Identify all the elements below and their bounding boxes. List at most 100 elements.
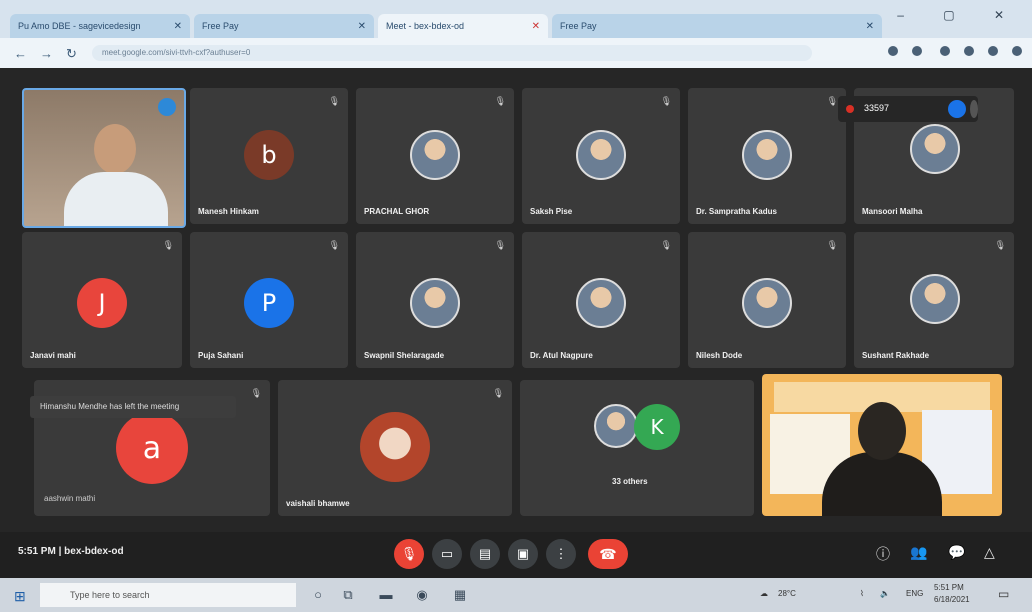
extension-icon[interactable]	[964, 46, 974, 56]
close-icon[interactable]: ✕	[358, 21, 366, 32]
participant-tile[interactable]: 🎙 Nilesh Dode	[688, 232, 846, 368]
participant-tile[interactable]: 🎙 P Puja Sahani	[190, 232, 348, 368]
tab-label: Free Pay	[560, 21, 597, 31]
browser-tab-bar: Pu Amo DBE - sagevicedesign ✕ Free Pay ✕ M…	[0, 0, 1032, 38]
volume-icon[interactable]: 🔈	[880, 589, 890, 598]
avatar	[742, 130, 792, 180]
avatar	[360, 412, 430, 482]
camera-icon: ▭	[440, 546, 454, 561]
people-icon[interactable]: 👥	[910, 544, 927, 561]
avatar-initial: b	[261, 141, 277, 169]
os-taskbar: ⊞ Type here to search ○ ⧉ ▬ ◉ ▦ ☁ 28°C ⌇…	[0, 578, 1032, 612]
others-tile[interactable]: K 33 others	[520, 380, 754, 516]
recording-indicator[interactable]: 33597	[838, 96, 978, 122]
more-icon[interactable]	[970, 100, 978, 118]
participant-name: Swapnil Shelaragade	[364, 351, 445, 360]
others-count: 33 others	[612, 477, 648, 486]
file-explorer-icon[interactable]: ▬	[378, 587, 394, 603]
captions-button[interactable]: ▤	[470, 539, 500, 569]
window-controls[interactable]: – ▢ ✕	[897, 8, 1022, 22]
back-icon[interactable]: ←	[14, 46, 27, 61]
more-icon: ⋮	[554, 546, 568, 561]
url-field[interactable]: meet.google.com/sivi-ttvh-cxf?authuser=0	[92, 45, 812, 61]
participant-name: Manesh Hinkam	[198, 207, 259, 216]
participant-name: Puja Sahani	[198, 351, 244, 360]
avatar: P	[244, 278, 294, 328]
star-icon[interactable]	[912, 46, 922, 56]
notification-text: Himanshu Mendhe has left the meeting	[40, 402, 180, 411]
task-view-icon[interactable]: ⧉	[340, 587, 356, 603]
app-icon[interactable]: ▦	[452, 587, 468, 603]
tab-label: Meet - bex-bdex-od	[386, 21, 465, 31]
mic-off-icon: 🎙	[250, 388, 262, 398]
more-options-button[interactable]: ⋮	[546, 539, 576, 569]
info-icon[interactable]	[948, 100, 966, 118]
notification-subtext: aashwin mathi	[44, 494, 96, 503]
presenter-tile[interactable]	[762, 374, 1002, 516]
browser-tab-2[interactable]: Free Pay ✕	[194, 14, 374, 38]
browser-tab-1[interactable]: Pu Amo DBE - sagevicedesign ✕	[10, 14, 190, 38]
participant-name: Dr. Atul Nagpure	[530, 351, 593, 360]
participant-tile[interactable]: 🎙 Saksh Pise	[522, 88, 680, 224]
avatar-initial: J	[98, 289, 106, 317]
profile-icon[interactable]	[988, 46, 998, 56]
windows-start-icon[interactable]: ⊞	[14, 588, 26, 605]
avatar	[410, 278, 460, 328]
participant-tile[interactable]: 🎙 vaishali bhamwe	[278, 380, 512, 516]
browser-tab-meet[interactable]: Meet - bex-bdex-od ✕	[378, 14, 548, 38]
activities-icon[interactable]: △	[984, 544, 995, 561]
mic-off-icon: 🎙	[162, 240, 174, 250]
menu-icon[interactable]	[1012, 46, 1022, 56]
info-icon[interactable]: ⓘ	[876, 544, 890, 564]
close-icon[interactable]: ✕	[866, 21, 874, 32]
participant-tile[interactable]: 🎙 Dr. Atul Nagpure	[522, 232, 680, 368]
network-icon[interactable]: ⌇	[860, 589, 864, 598]
speaking-indicator-icon	[158, 98, 176, 116]
participant-tile[interactable]: 🎙 Dr. Sampratha Kadus	[688, 88, 846, 224]
extension-icon[interactable]	[940, 46, 950, 56]
taskbar-clock-time[interactable]: 5:51 PM	[934, 583, 964, 592]
participant-tile[interactable]: 🎙 PRACHAL GHOR	[356, 88, 514, 224]
taskbar-search-input[interactable]: Type here to search	[40, 583, 296, 607]
weather-icon[interactable]: ☁	[760, 589, 768, 598]
mic-off-icon: 🎙	[494, 96, 506, 106]
avatar	[594, 404, 638, 448]
mic-toggle-button[interactable]: 🎙	[394, 539, 424, 569]
avatar	[576, 130, 626, 180]
mic-off-icon: 🎙	[826, 96, 838, 106]
tab-label: Free Pay	[202, 21, 239, 31]
chrome-icon[interactable]: ◉	[414, 587, 430, 603]
meeting-code: bex-bdex-od	[64, 546, 124, 557]
notification-icon[interactable]: ▭	[998, 587, 1009, 601]
participant-name: Janavi mahi	[30, 351, 76, 360]
participant-name: PRACHAL GHOR	[364, 207, 430, 216]
participant-tile[interactable]: 🎙 b Manesh Hinkam	[190, 88, 348, 224]
present-button[interactable]: ▣	[508, 539, 538, 569]
phone-hangup-icon: ☎	[599, 545, 617, 562]
self-view-tile[interactable]	[22, 88, 186, 228]
reload-icon[interactable]: ↻	[66, 46, 77, 62]
close-icon[interactable]: ✕	[174, 21, 182, 32]
participant-tile[interactable]: 🎙 Swapnil Shelaragade	[356, 232, 514, 368]
mic-off-icon: 🎙	[494, 240, 506, 250]
camera-toggle-button[interactable]: ▭	[432, 539, 462, 569]
weather-text: 28°C	[778, 589, 796, 598]
taskbar-clock-date[interactable]: 6/18/2021	[934, 595, 970, 604]
cortana-icon[interactable]: ○	[310, 587, 326, 603]
avatar	[410, 130, 460, 180]
end-call-button[interactable]: ☎	[588, 539, 628, 569]
participant-tile[interactable]: 🎙 J Janavi mahi	[22, 232, 182, 368]
captions-icon: ▤	[478, 546, 492, 561]
close-icon[interactable]: ✕	[532, 21, 540, 32]
mic-off-icon: 🎙	[328, 240, 340, 250]
mic-off-icon: 🎙	[400, 546, 418, 561]
language-indicator[interactable]: ENG	[906, 589, 923, 598]
meet-toolbar: 5:51 PM | bex-bdex-od 🎙 ▭ ▤ ▣ ⋮ ☎ ⓘ 👥 💬 …	[0, 532, 1032, 578]
participant-tile[interactable]: 🎙 Sushant Rakhade	[854, 232, 1014, 368]
mic-off-icon: 🎙	[994, 240, 1006, 250]
participant-name: Saksh Pise	[530, 207, 573, 216]
chat-icon[interactable]: 💬	[948, 544, 965, 561]
extension-icon[interactable]	[888, 46, 898, 56]
browser-tab-4[interactable]: Free Pay ✕	[552, 14, 882, 38]
forward-icon[interactable]: →	[40, 46, 53, 61]
